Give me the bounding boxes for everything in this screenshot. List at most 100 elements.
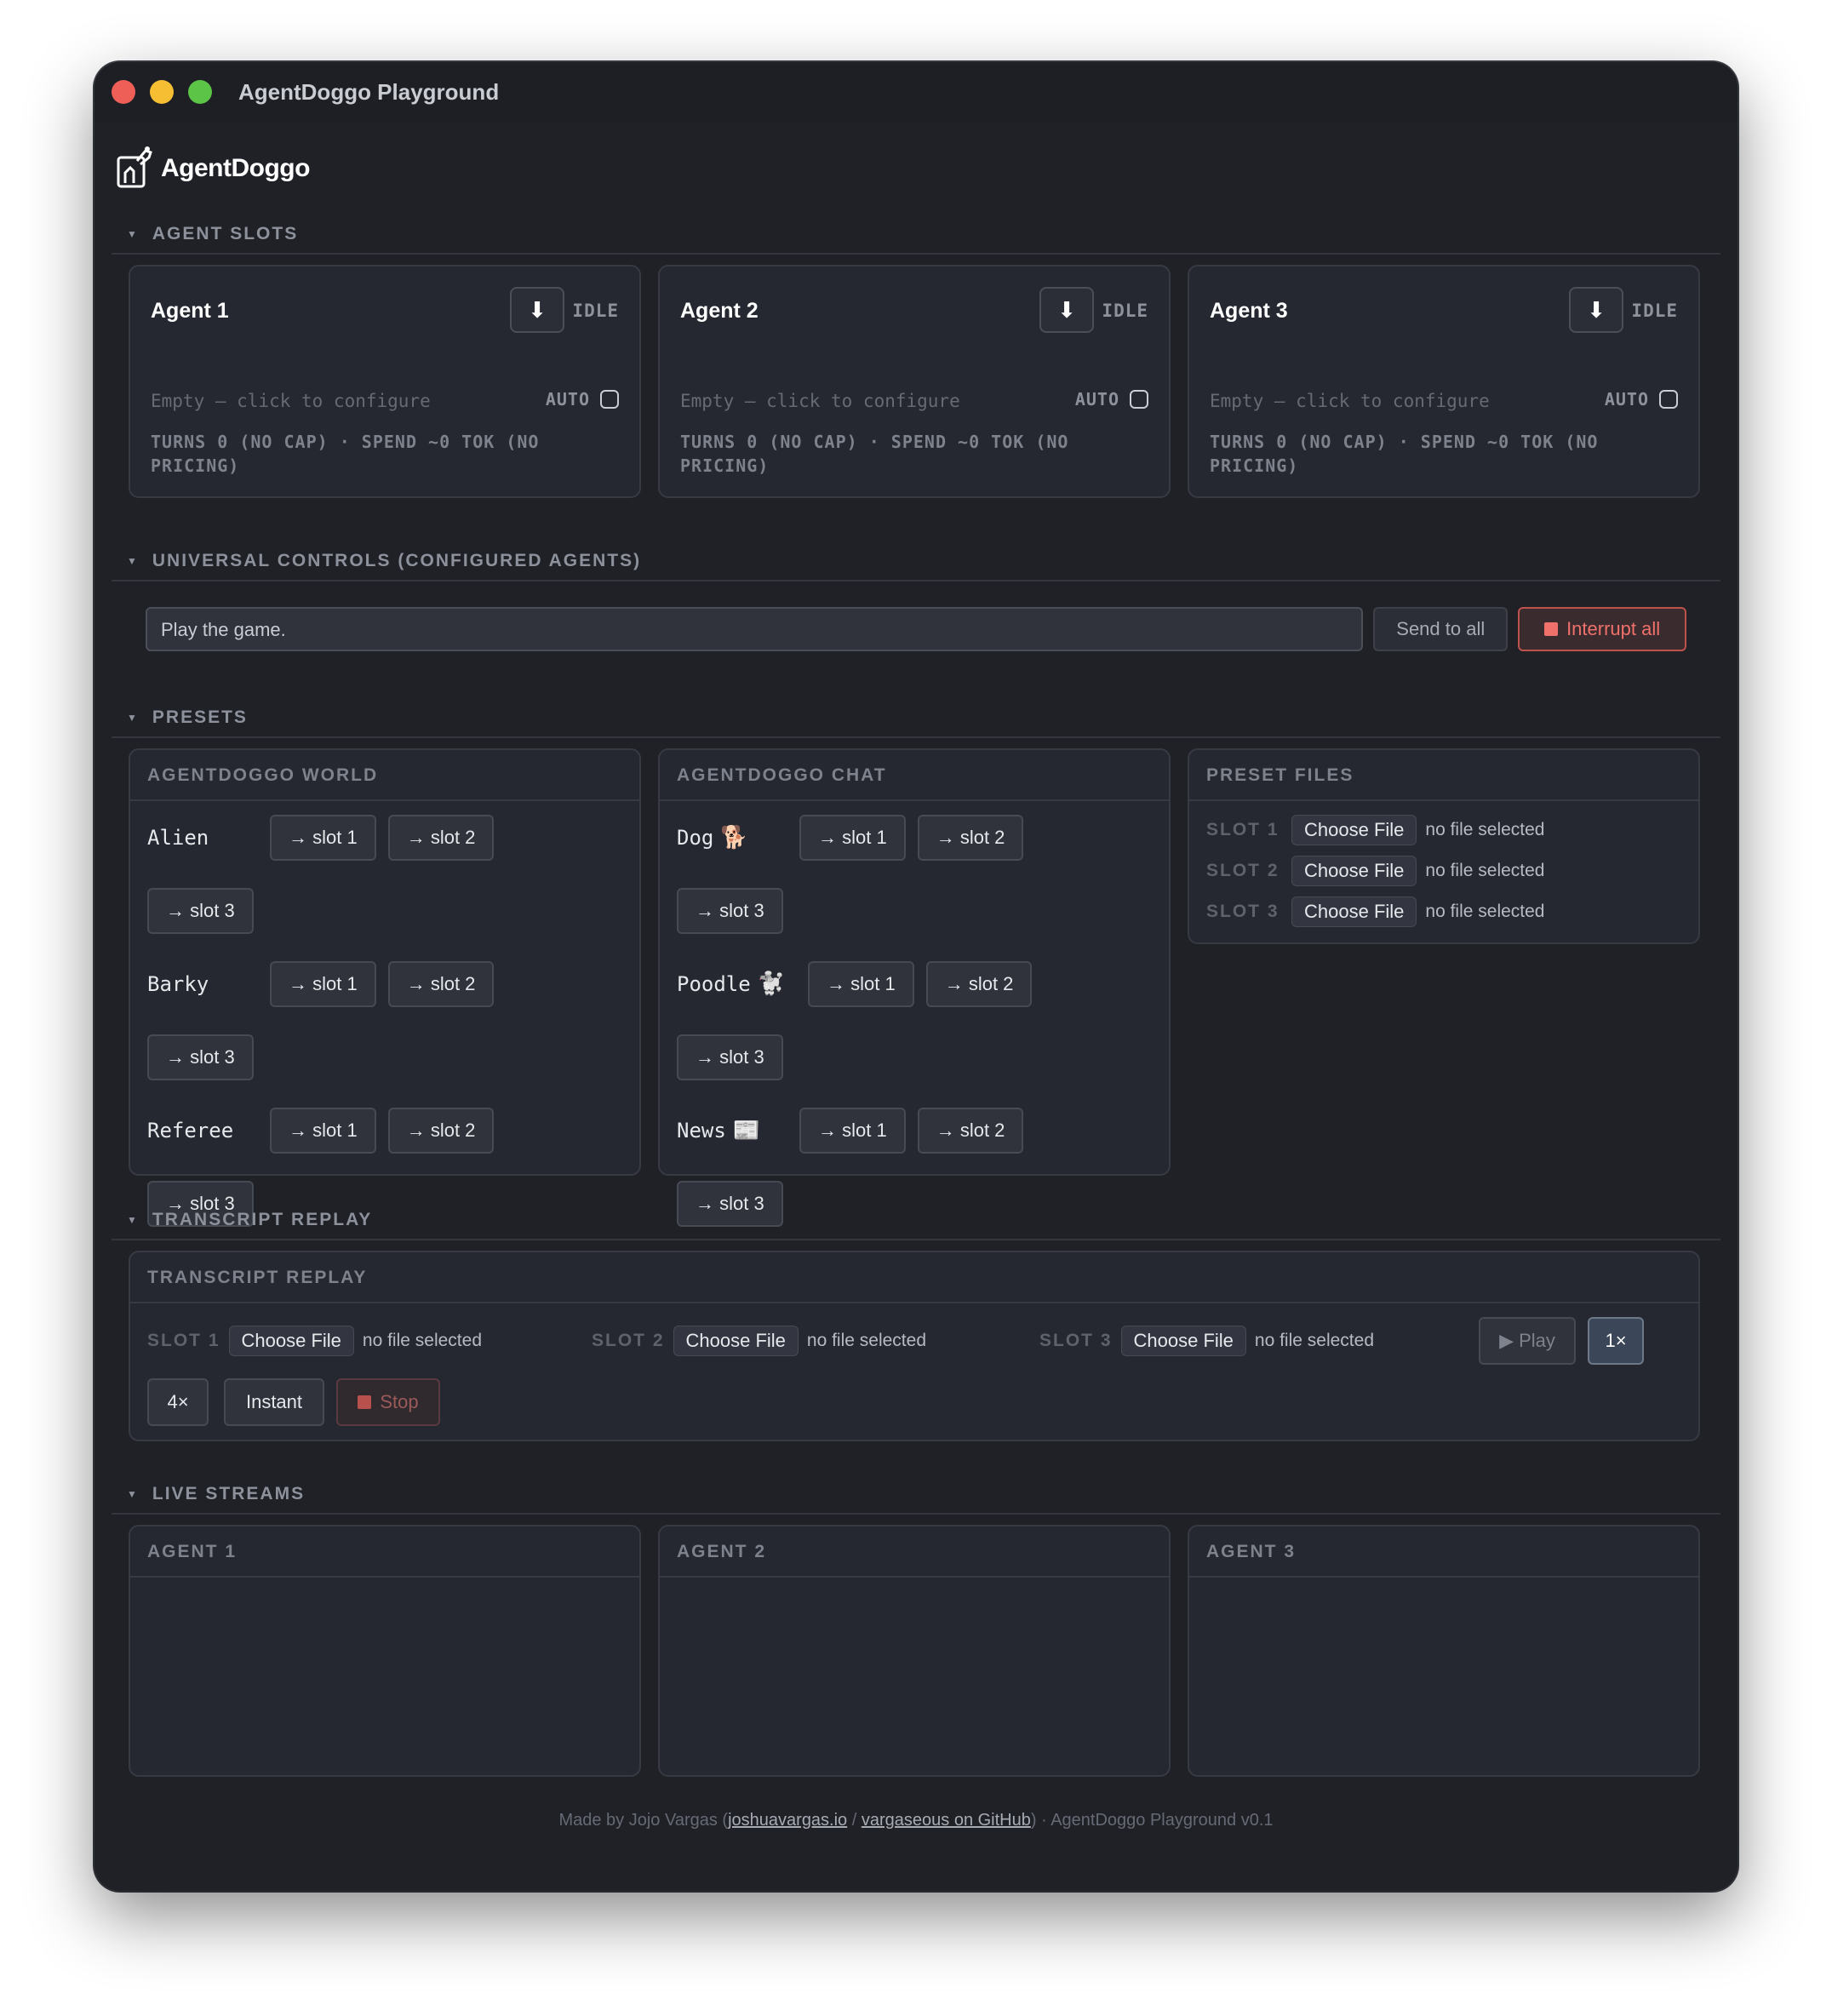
interrupt-all-button[interactable]: Interrupt all: [1518, 607, 1686, 651]
to-slot-1-button[interactable]: → slot 1: [270, 1108, 376, 1154]
speed-1x-button[interactable]: 1×: [1588, 1317, 1644, 1365]
speed-4x-button[interactable]: 4×: [147, 1378, 209, 1426]
slot-label: SLOT 3: [1039, 1331, 1113, 1350]
to-slot-3-button[interactable]: → slot 3: [677, 1181, 783, 1227]
to-slot-2-button[interactable]: → slot 2: [387, 815, 495, 861]
github-link[interactable]: vargaseous on GitHub: [862, 1811, 1031, 1830]
website-link[interactable]: joshuavargas.io: [728, 1811, 847, 1830]
section-title: AGENT SLOTS: [152, 224, 299, 243]
collapse-caret-icon: ▼: [127, 1488, 137, 1500]
section-live-streams[interactable]: ▼ LIVE STREAMS: [112, 1475, 1720, 1515]
zoom-window-button[interactable]: [188, 80, 212, 104]
presets-grid: AGENTDOGGO WORLD Alien → slot 1 → slot 2…: [112, 748, 1720, 1227]
preset-name: Poodle 🐩: [677, 971, 786, 997]
close-window-button[interactable]: [112, 80, 135, 104]
auto-checkbox[interactable]: [1130, 390, 1148, 409]
newspaper-icon: 📰: [732, 1118, 761, 1143]
agent-stats: TURNS 0 (NO CAP) · SPEND ~0 TOK (NO PRIC…: [151, 432, 540, 476]
stop-label: Stop: [380, 1391, 419, 1412]
auto-checkbox[interactable]: [1659, 390, 1678, 409]
to-slot-1-button[interactable]: → slot 1: [808, 961, 914, 1007]
preset-file-row: SLOT 1 Choose File no file selected: [1189, 810, 1698, 850]
to-slot-3-button[interactable]: → slot 3: [677, 1034, 783, 1080]
replay-slot-2: SLOT 2 Choose File no file selected: [592, 1326, 926, 1356]
download-icon: ⬇: [528, 296, 547, 323]
panel-title: AGENT 1: [130, 1526, 639, 1578]
to-slot-2-button[interactable]: → slot 2: [917, 815, 1024, 861]
to-slot-2-button[interactable]: → slot 2: [925, 961, 1033, 1007]
agent-card-1[interactable]: Agent 1 ⬇ IDLE Empty — click to configur…: [129, 265, 641, 498]
preset-name: Barky: [147, 972, 209, 996]
preset-name: Dog 🐕: [677, 825, 748, 850]
slot-label: SLOT 2: [592, 1331, 665, 1350]
choose-file-button[interactable]: Choose File: [1120, 1326, 1246, 1356]
doggo-logo-icon: [117, 146, 152, 188]
agent-name: Agent 1: [151, 299, 229, 323]
auto-label: AUTO: [545, 389, 590, 410]
section-presets[interactable]: ▼ PRESETS: [112, 699, 1720, 738]
minimize-window-button[interactable]: [150, 80, 174, 104]
status-badge: IDLE: [572, 301, 619, 321]
slot-label: SLOT 2: [1206, 861, 1280, 880]
auto-checkbox[interactable]: [600, 390, 619, 409]
universal-controls: Play the game. Send to all Interrupt all: [112, 592, 1720, 699]
download-button[interactable]: ⬇: [510, 287, 564, 333]
to-slot-1-button[interactable]: → slot 1: [270, 961, 376, 1007]
transcript-replay-panel: TRANSCRIPT REPLAY SLOT 1 Choose File no …: [129, 1251, 1700, 1441]
instant-button[interactable]: Instant: [224, 1378, 324, 1426]
panel-title: AGENTDOGGO WORLD: [130, 750, 639, 801]
choose-file-button[interactable]: Choose File: [1291, 856, 1417, 886]
replay-slot-1: SLOT 1 Choose File no file selected: [147, 1326, 482, 1356]
preset-panel-chat: AGENTDOGGO CHAT Dog 🐕 → slot 1 → slot 2 →…: [658, 748, 1171, 1227]
agent-card-2[interactable]: Agent 2 ⬇ IDLE Empty — click to configur…: [658, 265, 1171, 498]
choose-file-button[interactable]: Choose File: [228, 1326, 354, 1356]
window-title: AgentDoggo Playground: [238, 78, 500, 105]
download-icon: ⬇: [1587, 296, 1606, 323]
agent-stats: TURNS 0 (NO CAP) · SPEND ~0 TOK (NO PRIC…: [680, 432, 1069, 476]
panel-title: AGENT 2: [660, 1526, 1169, 1578]
send-to-all-button[interactable]: Send to all: [1373, 607, 1509, 651]
logo: AgentDoggo: [112, 122, 1720, 215]
preset-name: Referee: [147, 1119, 234, 1143]
file-status: no file selected: [1425, 861, 1545, 880]
to-slot-1-button[interactable]: → slot 1: [799, 1108, 906, 1154]
to-slot-3-button[interactable]: → slot 3: [677, 888, 783, 934]
preset-name: News 📰: [677, 1118, 761, 1143]
configure-hint[interactable]: Empty — click to configure: [680, 391, 960, 411]
to-slot-3-button[interactable]: → slot 3: [147, 1034, 254, 1080]
stream-panel-agent-1: AGENT 1: [129, 1525, 641, 1777]
configure-hint[interactable]: Empty — click to configure: [151, 391, 431, 411]
to-slot-3-button[interactable]: → slot 3: [147, 888, 254, 934]
agent-card-3[interactable]: Agent 3 ⬇ IDLE Empty — click to configur…: [1188, 265, 1700, 498]
choose-file-button[interactable]: Choose File: [1291, 896, 1417, 927]
panel-title: PRESET FILES: [1189, 750, 1698, 801]
to-slot-1-button[interactable]: → slot 1: [799, 815, 906, 861]
preset-file-row: SLOT 2 Choose File no file selected: [1189, 850, 1698, 891]
to-slot-2-button[interactable]: → slot 2: [387, 961, 495, 1007]
download-button[interactable]: ⬇: [1039, 287, 1094, 333]
prompt-input[interactable]: Play the game.: [146, 607, 1364, 651]
choose-file-button[interactable]: Choose File: [673, 1326, 799, 1356]
auto-toggle[interactable]: AUTO: [546, 389, 619, 410]
preset-name: Alien: [147, 826, 209, 850]
auto-toggle[interactable]: AUTO: [1075, 389, 1148, 410]
stream-panel-agent-3: AGENT 3: [1188, 1525, 1700, 1777]
stop-button[interactable]: Stop: [336, 1378, 440, 1426]
configure-hint[interactable]: Empty — click to configure: [1210, 391, 1490, 411]
status-badge: IDLE: [1631, 301, 1678, 321]
play-button[interactable]: ▶ Play: [1479, 1317, 1576, 1365]
slot-label: SLOT 3: [1206, 902, 1280, 921]
footer-separator: /: [847, 1811, 862, 1830]
section-agent-slots[interactable]: ▼ AGENT SLOTS: [112, 215, 1720, 255]
to-slot-1-button[interactable]: → slot 1: [270, 815, 376, 861]
poodle-icon: 🐩: [757, 971, 786, 997]
section-universal-controls[interactable]: ▼ UNIVERSAL CONTROLS (CONFIGURED AGENTS): [112, 542, 1720, 581]
auto-label: AUTO: [1604, 389, 1649, 410]
stream-panel-agent-2: AGENT 2: [658, 1525, 1171, 1777]
download-button[interactable]: ⬇: [1569, 287, 1623, 333]
choose-file-button[interactable]: Choose File: [1291, 815, 1417, 845]
section-title: TRANSCRIPT REPLAY: [152, 1210, 373, 1229]
to-slot-2-button[interactable]: → slot 2: [387, 1108, 495, 1154]
auto-toggle[interactable]: AUTO: [1605, 389, 1678, 410]
to-slot-2-button[interactable]: → slot 2: [917, 1108, 1024, 1154]
